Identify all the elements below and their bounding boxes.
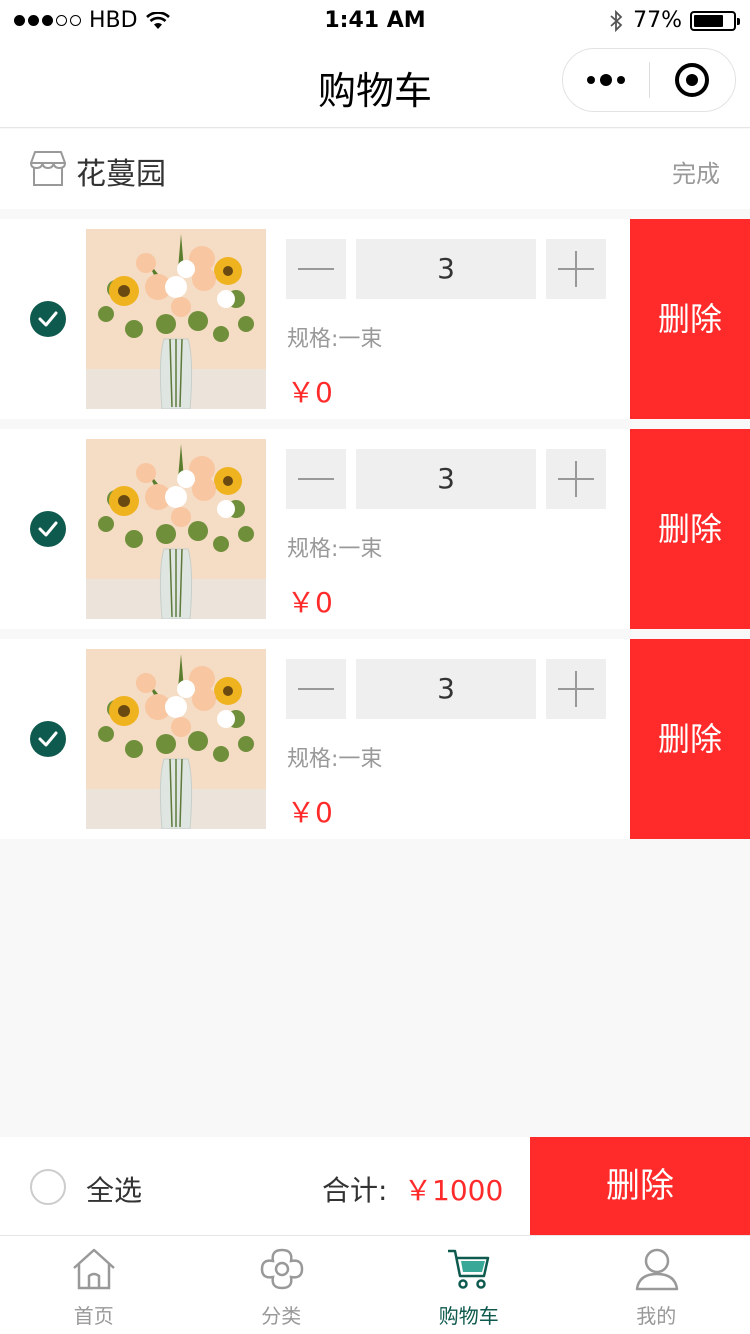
total-amount: ￥1000 [404, 1174, 504, 1207]
tab-profile[interactable]: 我的 [563, 1236, 750, 1334]
product-image[interactable] [86, 439, 266, 619]
increase-button[interactable] [546, 239, 606, 299]
quantity-stepper: 3 [286, 659, 606, 719]
home-icon [73, 1248, 115, 1290]
checkmark-icon [38, 731, 58, 747]
plus-icon [558, 251, 594, 287]
decrease-button[interactable] [286, 449, 346, 509]
product-price: ￥0 [287, 586, 333, 619]
tab-label: 分类 [261, 1304, 302, 1328]
tab-bar: 首页 分类 购物车 我的 [0, 1235, 750, 1334]
tab-label: 首页 [73, 1304, 114, 1328]
increase-button[interactable] [546, 659, 606, 719]
flower-bouquet-image [86, 649, 266, 829]
nav-bar: 购物车 [0, 40, 750, 128]
quantity-input[interactable]: 3 [356, 449, 536, 509]
status-right: 77% [609, 8, 740, 33]
quantity-stepper: 3 [286, 239, 606, 299]
tab-label: 我的 [636, 1304, 677, 1328]
plus-icon [558, 671, 594, 707]
quantity-input[interactable]: 3 [356, 239, 536, 299]
decrease-button[interactable] [286, 659, 346, 719]
select-all-label[interactable]: 全选 [86, 1169, 142, 1209]
tab-cart[interactable]: 购物车 [375, 1236, 563, 1334]
close-mini-program-icon[interactable] [650, 63, 736, 97]
product-price: ￥0 [287, 796, 333, 829]
minus-icon [298, 268, 334, 270]
item-checkbox[interactable] [30, 721, 66, 757]
item-delete-button[interactable]: 删除 [630, 429, 750, 629]
quantity-input[interactable]: 3 [356, 659, 536, 719]
product-spec: 规格:一束 [287, 537, 383, 562]
battery-percent: 77% [633, 8, 682, 33]
shop-name[interactable]: 花蔓园 [76, 149, 166, 193]
cart-list: 3 规格:一束 ￥0 删除 3 规格:一束 ￥0 删除 3 规格:一束 ￥0 删… [0, 219, 750, 849]
plus-icon [558, 461, 594, 497]
product-price: ￥0 [287, 376, 333, 409]
shop-icon [30, 151, 66, 186]
mini-program-capsule [562, 48, 736, 112]
cart-icon [448, 1249, 490, 1289]
total-label: 合计: [322, 1174, 388, 1207]
increase-button[interactable] [546, 449, 606, 509]
item-delete-button[interactable]: 删除 [630, 639, 750, 839]
battery-icon [690, 10, 740, 31]
item-checkbox[interactable] [30, 511, 66, 547]
checkmark-icon [38, 521, 58, 537]
cart-action-bar: 全选 合计: ￥1000 删除 [0, 1137, 750, 1235]
category-icon [260, 1248, 303, 1290]
cart-item: 3 规格:一束 ￥0 删除 [0, 639, 750, 839]
tab-label: 购物车 [438, 1304, 499, 1328]
flower-bouquet-image [86, 229, 266, 409]
item-checkbox[interactable] [30, 301, 66, 337]
tab-category[interactable]: 分类 [188, 1236, 376, 1334]
minus-icon [298, 688, 334, 690]
select-all-checkbox[interactable] [30, 1169, 66, 1205]
product-spec: 规格:一束 [287, 747, 383, 772]
shop-header: 花蔓园 完成 [0, 129, 750, 209]
item-delete-button[interactable]: 删除 [630, 219, 750, 419]
decrease-button[interactable] [286, 239, 346, 299]
profile-icon [635, 1248, 678, 1291]
cart-item: 3 规格:一束 ￥0 删除 [0, 429, 750, 629]
product-image[interactable] [86, 229, 266, 409]
tab-home[interactable]: 首页 [0, 1236, 188, 1334]
product-spec: 规格:一束 [287, 327, 383, 352]
product-image[interactable] [86, 649, 266, 829]
done-button[interactable]: 完成 [672, 154, 720, 189]
more-options-icon[interactable] [563, 74, 649, 86]
bluetooth-icon [610, 9, 623, 32]
delete-selected-button[interactable]: 删除 [530, 1137, 750, 1235]
quantity-stepper: 3 [286, 449, 606, 509]
cart-item: 3 规格:一束 ￥0 删除 [0, 219, 750, 419]
status-bar: HBD 1:41 AM 77% [0, 0, 750, 40]
checkmark-icon [38, 311, 58, 327]
minus-icon [298, 478, 334, 480]
flower-bouquet-image [86, 439, 266, 619]
